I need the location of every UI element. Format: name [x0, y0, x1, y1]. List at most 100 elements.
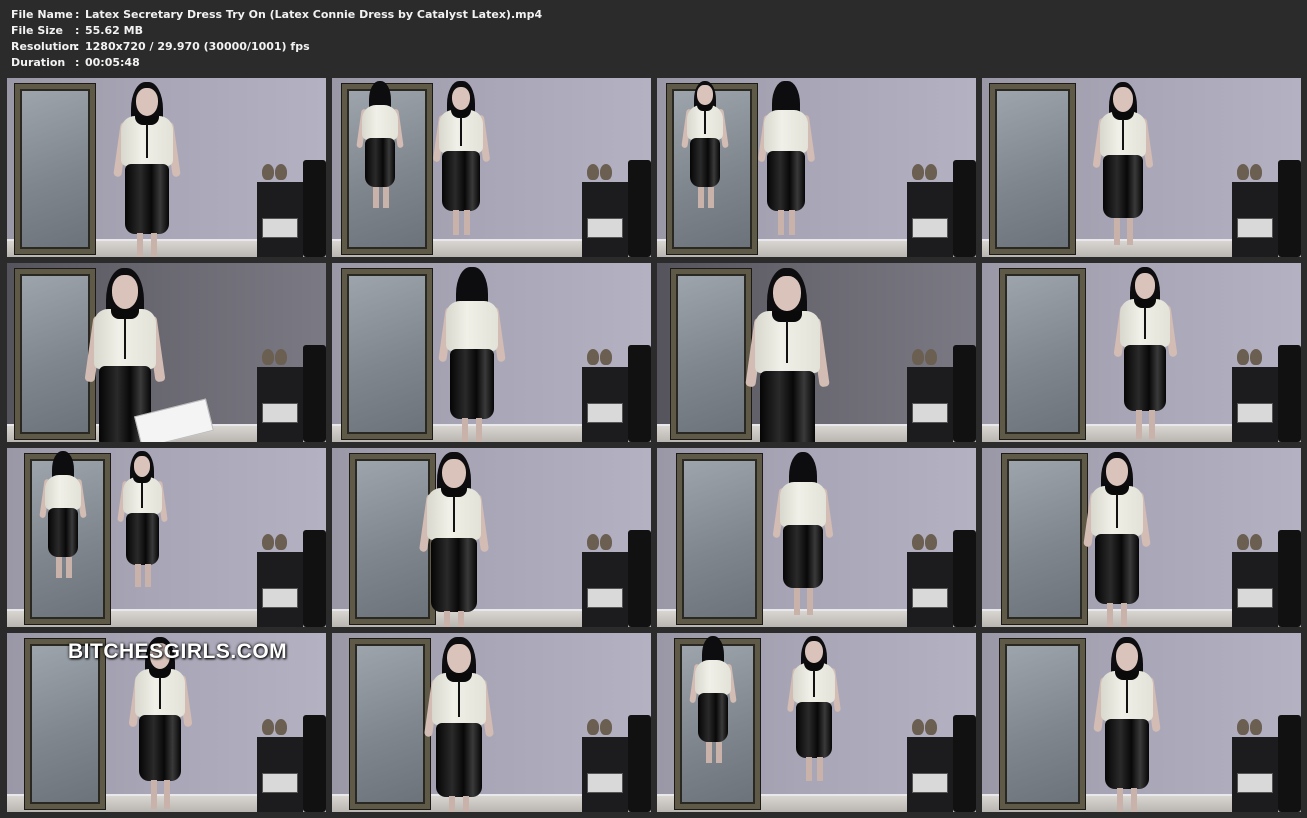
person-figure: [1077, 448, 1157, 627]
right-leg: [707, 186, 714, 208]
left-leg: [1117, 788, 1123, 812]
standing-mirror: [15, 84, 95, 254]
black-chair: [953, 530, 976, 627]
person-figure: [752, 78, 820, 257]
right-leg: [789, 209, 796, 236]
plush-bear: [600, 349, 612, 365]
video-frame-thumbnail: [657, 633, 976, 812]
plush-bear: [1250, 534, 1262, 550]
neck-tie: [453, 496, 455, 532]
latex-skirt: [450, 349, 494, 419]
plush-bear: [1237, 719, 1249, 735]
left-leg: [706, 741, 712, 763]
right-leg: [1121, 603, 1127, 627]
right-leg: [145, 564, 151, 587]
plush-bear: [912, 164, 924, 180]
file-name-label: File Name: [11, 8, 73, 21]
plush-bear: [262, 349, 274, 365]
cream-blouse: [361, 104, 399, 140]
video-frame-thumbnail: [657, 263, 976, 442]
plush-bear: [912, 719, 924, 735]
table-drawer: [262, 773, 298, 793]
video-frame-thumbnail: [332, 448, 651, 627]
left-leg: [794, 587, 800, 615]
person-figure: [782, 633, 846, 812]
latex-skirt: [767, 151, 805, 211]
left-leg: [150, 780, 157, 809]
left-leg: [1114, 217, 1120, 245]
black-chair: [303, 530, 326, 627]
face: [111, 275, 139, 309]
plush-bear: [1237, 534, 1249, 550]
standing-mirror: [1002, 454, 1087, 624]
plush-bear: [1237, 349, 1249, 365]
latex-skirt: [759, 370, 815, 442]
person-figure: [767, 448, 839, 627]
thumbnail-grid: [7, 78, 1303, 813]
video-frame-thumbnail: [7, 448, 326, 627]
table-drawer: [262, 403, 298, 423]
video-frame-thumbnail: [982, 633, 1301, 812]
left-leg: [1135, 410, 1142, 439]
latex-skirt: [125, 164, 169, 234]
latex-skirt: [1103, 155, 1143, 219]
file-name-row: File Name : Latex Secretary Dress Try On…: [11, 7, 542, 23]
latex-skirt: [1105, 719, 1149, 789]
person-figure: [432, 263, 512, 442]
plush-bear: [587, 164, 599, 180]
file-size-value: 55.62 MB: [85, 24, 143, 37]
table-drawer: [912, 588, 948, 608]
mirror-reflection: [352, 78, 408, 257]
latex-skirt: [125, 512, 159, 565]
duration-row: Duration : 00:05:48: [11, 55, 542, 71]
video-frame-thumbnail: [332, 633, 651, 812]
latex-skirt: [47, 508, 79, 558]
left-leg: [56, 556, 62, 578]
plush-bear: [275, 164, 287, 180]
left-leg: [452, 209, 459, 236]
latex-skirt: [1095, 534, 1139, 604]
left-leg: [698, 186, 704, 208]
table-drawer: [1237, 773, 1273, 793]
cream-blouse: [694, 659, 732, 695]
duration-value: 00:05:48: [85, 56, 140, 69]
right-leg: [1126, 217, 1133, 245]
resolution-value: 1280x720 / 29.970 (30000/1001) fps: [85, 40, 310, 53]
person-figure: [1087, 633, 1167, 812]
cream-blouse: [446, 301, 498, 351]
neck-tie: [786, 320, 788, 363]
person-figure: [737, 263, 837, 442]
video-frame-thumbnail: [982, 78, 1301, 257]
plush-bear: [1250, 349, 1262, 365]
right-leg: [163, 780, 170, 809]
face: [447, 643, 471, 673]
table-drawer: [912, 403, 948, 423]
left-leg: [462, 418, 468, 442]
left-leg: [373, 186, 379, 208]
neck-tie: [141, 482, 143, 508]
separator: :: [75, 24, 80, 37]
cream-blouse: [44, 474, 82, 510]
black-chair: [628, 345, 651, 442]
table-drawer: [262, 218, 298, 238]
latex-skirt: [442, 151, 480, 211]
latex-skirt: [139, 714, 181, 782]
face: [1113, 87, 1133, 113]
left-leg: [806, 757, 812, 781]
right-leg: [715, 741, 722, 763]
latex-skirt: [796, 701, 832, 758]
table-drawer: [912, 773, 948, 793]
video-frame-thumbnail: [982, 263, 1301, 442]
plush-bear: [587, 349, 599, 365]
plush-bear: [600, 534, 612, 550]
watermark-text: BITCHESGIRLS.COM: [68, 640, 288, 663]
person-figure: [417, 633, 501, 812]
table-drawer: [587, 773, 623, 793]
black-chair: [303, 160, 326, 257]
plush-bear: [275, 719, 287, 735]
person-figure: [1087, 78, 1159, 257]
video-frame-thumbnail: [657, 78, 976, 257]
left-leg: [1107, 603, 1113, 627]
video-frame-thumbnail: [7, 78, 326, 257]
resolution-label: Resolution: [11, 40, 78, 53]
